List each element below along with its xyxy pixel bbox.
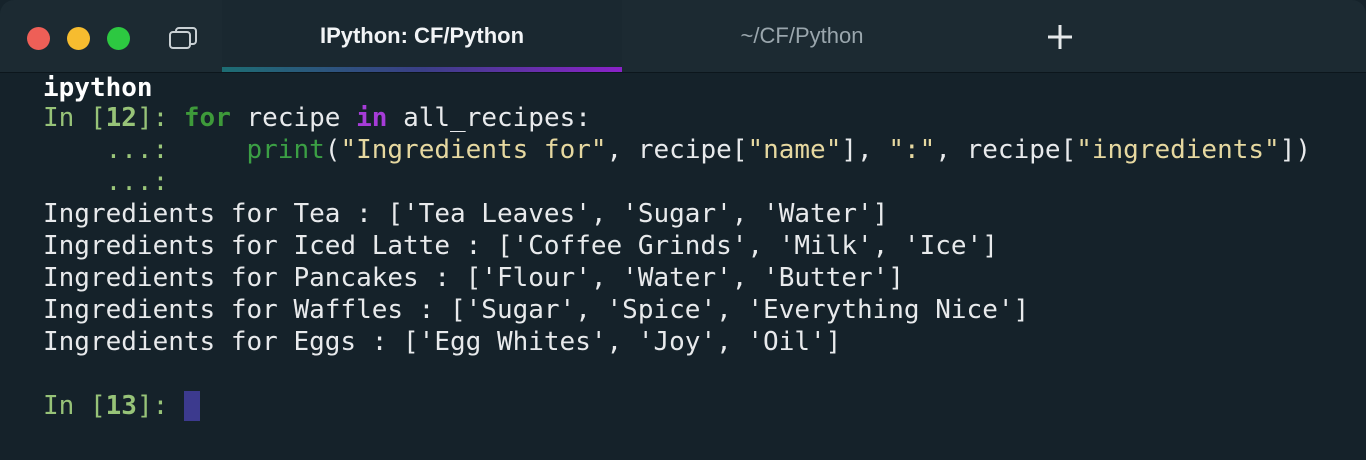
- continuation-line: ...: print("Ingredients for", recipe["na…: [43, 135, 1311, 165]
- input-prompt: In [13]:: [43, 391, 184, 421]
- continuation-prompt-empty: ...:: [43, 167, 169, 197]
- output-line: Ingredients for Pancakes : ['Flour', 'Wa…: [43, 263, 904, 293]
- tab-shell[interactable]: ~/CF/Python: [622, 0, 982, 72]
- output-line: Ingredients for Iced Latte : ['Coffee Gr…: [43, 231, 998, 261]
- output-line: Ingredients for Eggs : ['Egg Whites', 'J…: [43, 327, 842, 357]
- input-line-13[interactable]: In [13]:: [43, 390, 200, 422]
- minimize-window-button[interactable]: [67, 27, 90, 50]
- tab-ipython[interactable]: IPython: CF/Python: [222, 0, 622, 72]
- tab-overview-icon[interactable]: [167, 26, 199, 50]
- output-line: Ingredients for Tea : ['Tea Leaves', 'Su…: [43, 199, 889, 229]
- terminal-output[interactable]: ipython In [12]: for recipe in all_recip…: [0, 72, 1366, 460]
- keyword-in: in: [356, 103, 388, 133]
- tab-label: ~/CF/Python: [740, 23, 864, 48]
- title-bar: IPython: CF/Python ~/CF/Python: [0, 0, 1366, 73]
- keyword-for: for: [183, 103, 231, 133]
- plus-icon[interactable]: [1045, 22, 1075, 52]
- output-line: Ingredients for Waffles : ['Sugar', 'Spi…: [43, 295, 1030, 325]
- continuation-prompt: ...:: [43, 135, 247, 165]
- input-prompt: In [12]:: [43, 103, 184, 133]
- maximize-window-button[interactable]: [107, 27, 130, 50]
- terminal-window: IPython: CF/Python ~/CF/Python ipython I…: [0, 0, 1366, 460]
- text-cursor: [183, 391, 200, 421]
- close-window-button[interactable]: [27, 27, 50, 50]
- builtin-print: print: [246, 135, 325, 165]
- input-line-12: In [12]: for recipe in all_recipes:: [43, 103, 591, 133]
- command-line: ipython: [43, 73, 153, 103]
- tab-label: IPython: CF/Python: [319, 23, 525, 48]
